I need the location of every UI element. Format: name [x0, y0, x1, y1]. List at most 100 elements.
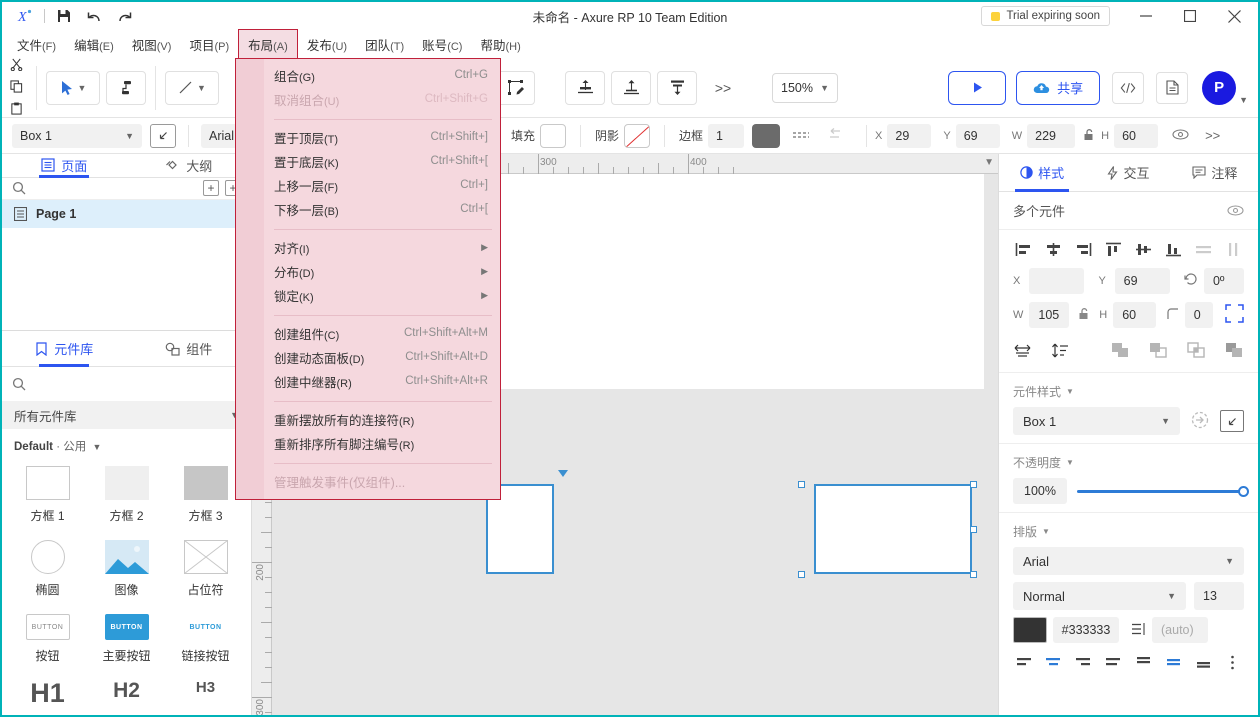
chevron-down-icon[interactable]: ▼	[1066, 458, 1074, 467]
menu-publish[interactable]: 发布(U)	[298, 30, 356, 59]
chevron-down-icon[interactable]: ▼	[1042, 527, 1050, 536]
trial-badge[interactable]: Trial expiring soon	[981, 6, 1110, 26]
box-shape-right[interactable]	[814, 484, 972, 574]
font-color-field[interactable]: #333333	[1053, 617, 1119, 643]
h-field[interactable]: 60	[1113, 302, 1156, 328]
opacity-field[interactable]: 100%	[1013, 478, 1067, 504]
widget-style-select[interactable]: Box 1 ▼	[12, 123, 142, 148]
boolean-subtract-icon[interactable]	[1149, 342, 1168, 362]
widget-box-2[interactable]: 方框 2	[87, 460, 166, 530]
font-color-swatch[interactable]	[1013, 617, 1047, 643]
rotation-handle[interactable]	[558, 470, 568, 477]
w-field[interactable]: 105	[1029, 302, 1070, 328]
line-height-icon[interactable]	[1131, 622, 1146, 639]
font-weight-select[interactable]: Normal ▼	[1013, 582, 1186, 610]
menu-item-bring-forward[interactable]: 上移一层(F) Ctrl+]	[236, 173, 500, 197]
widget-box-1[interactable]: 方框 1	[8, 460, 87, 530]
tab-pages[interactable]: 页面	[2, 154, 127, 177]
text-valign-middle-icon[interactable]	[1162, 653, 1184, 671]
expand-icon[interactable]	[1225, 304, 1244, 326]
menu-item-align[interactable]: 对齐(I) ▶	[236, 235, 500, 259]
widget-h3[interactable]: H3	[166, 674, 245, 713]
menu-item-group[interactable]: 组合(G) Ctrl+G	[236, 63, 500, 87]
widget-placeholder[interactable]: 占位符	[166, 534, 245, 604]
widget-image[interactable]: 图像	[87, 534, 166, 604]
widget-h2[interactable]: H2	[87, 674, 166, 713]
align-button[interactable]	[565, 70, 605, 105]
undo-icon[interactable]	[79, 4, 109, 28]
corner-radius-field[interactable]: 0	[1184, 302, 1213, 328]
menu-item-create-repeater[interactable]: 创建中继器(R) Ctrl+Shift+Alt+R	[236, 369, 500, 393]
apply-style-icon[interactable]	[1191, 411, 1209, 432]
menu-item-reorder-footnotes[interactable]: 重新排序所有脚注编号(R)	[236, 431, 500, 455]
distribute-vertical-icon[interactable]	[1224, 240, 1244, 258]
library-select[interactable]: 所有元件库 ▼	[2, 401, 251, 429]
menu-item-reposition-connectors[interactable]: 重新摆放所有的连接符(R)	[236, 407, 500, 431]
close-icon[interactable]	[1212, 2, 1256, 30]
chevron-down-icon[interactable]: ▼	[197, 83, 206, 93]
chevron-down-icon[interactable]: ▼	[820, 83, 829, 93]
select-tool-button[interactable]: ▼	[46, 70, 100, 105]
chevron-down-icon[interactable]: ▼	[78, 83, 87, 93]
rotation-field[interactable]: 0º	[1203, 268, 1244, 294]
text-align-justify-icon[interactable]	[1103, 653, 1125, 671]
tab-components[interactable]: 组件	[127, 331, 252, 366]
chevron-down-icon[interactable]: ▼	[1167, 591, 1176, 601]
redo-icon[interactable]	[109, 4, 139, 28]
x-field[interactable]: 29	[887, 123, 932, 148]
opacity-slider[interactable]	[1077, 485, 1249, 497]
page-item-page-1[interactable]: Page 1	[2, 200, 251, 228]
chevron-down-icon[interactable]: ▼	[125, 131, 134, 141]
selection-handle-top-right[interactable]	[970, 481, 977, 488]
tab-interaction[interactable]: 交互	[1085, 154, 1171, 191]
minimize-icon[interactable]	[1124, 2, 1168, 30]
tab-widget-library[interactable]: 元件库	[2, 331, 127, 366]
lock-open-icon[interactable]	[1078, 307, 1090, 323]
axure-logo-icon[interactable]: X	[10, 4, 40, 28]
order-button[interactable]	[657, 70, 697, 105]
chevron-down-icon[interactable]: ▼	[92, 442, 101, 452]
align-center-horizontal-icon[interactable]	[1043, 240, 1063, 258]
avatar[interactable]: P	[1202, 70, 1237, 105]
menu-item-create-dynamic-panel[interactable]: 创建动态面板(D) Ctrl+Shift+Alt+D	[236, 345, 500, 369]
text-align-center-icon[interactable]	[1043, 653, 1065, 671]
eye-icon[interactable]	[1227, 205, 1244, 216]
selection-handle-top-left[interactable]	[798, 481, 805, 488]
fill-swatch[interactable]	[540, 123, 567, 148]
style-manager-button[interactable]	[150, 123, 176, 148]
more-tools-button[interactable]: >>	[703, 70, 743, 105]
widget-primary-button[interactable]: BUTTON 主要按钮	[87, 608, 166, 670]
code-button[interactable]	[1112, 71, 1145, 104]
edit-points-button[interactable]	[495, 70, 535, 105]
connector-tool-button[interactable]	[106, 70, 146, 105]
propbar-more-label[interactable]: >>	[1205, 128, 1220, 143]
boolean-exclude-icon[interactable]	[1225, 342, 1244, 362]
chevron-down-icon[interactable]: ▼	[1161, 416, 1170, 426]
copy-icon[interactable]	[9, 79, 23, 96]
w-field[interactable]: 229	[1027, 123, 1076, 148]
edit-style-icon[interactable]	[1220, 410, 1244, 432]
y-field[interactable]: 69	[1114, 268, 1170, 294]
widget-style-select[interactable]: Box 1 ▼	[1013, 407, 1180, 435]
text-align-right-icon[interactable]	[1073, 653, 1095, 671]
account-chevron-down-icon[interactable]: ▼	[1239, 95, 1248, 105]
notes-button[interactable]	[1156, 71, 1189, 104]
shadow-swatch[interactable]	[624, 123, 651, 148]
text-align-left-icon[interactable]	[1013, 653, 1035, 671]
search-icon[interactable]	[12, 181, 26, 195]
boolean-intersect-icon[interactable]	[1187, 342, 1206, 362]
align-bottom-icon[interactable]	[1164, 240, 1184, 258]
menu-item-send-to-back[interactable]: 置于底层(K) Ctrl+Shift+[	[236, 149, 500, 173]
add-icon[interactable]: +	[203, 180, 219, 197]
tab-notes[interactable]: 注释	[1172, 154, 1258, 191]
widget-h1[interactable]: H1	[8, 674, 87, 713]
menu-item-lock[interactable]: 锁定(K) ▶	[236, 283, 500, 307]
widget-ellipse[interactable]: 椭圆	[8, 534, 87, 604]
distribute-horizontal-icon[interactable]	[1194, 240, 1214, 258]
distribute-button[interactable]	[611, 70, 651, 105]
menu-view[interactable]: 视图(V)	[123, 30, 181, 59]
preview-button[interactable]	[948, 70, 1007, 105]
zoom-select[interactable]: 150% ▼	[772, 72, 838, 103]
menu-item-create-component[interactable]: 创建组件(C) Ctrl+Shift+Alt+M	[236, 321, 500, 345]
opacity-slider-knob[interactable]	[1238, 485, 1249, 497]
